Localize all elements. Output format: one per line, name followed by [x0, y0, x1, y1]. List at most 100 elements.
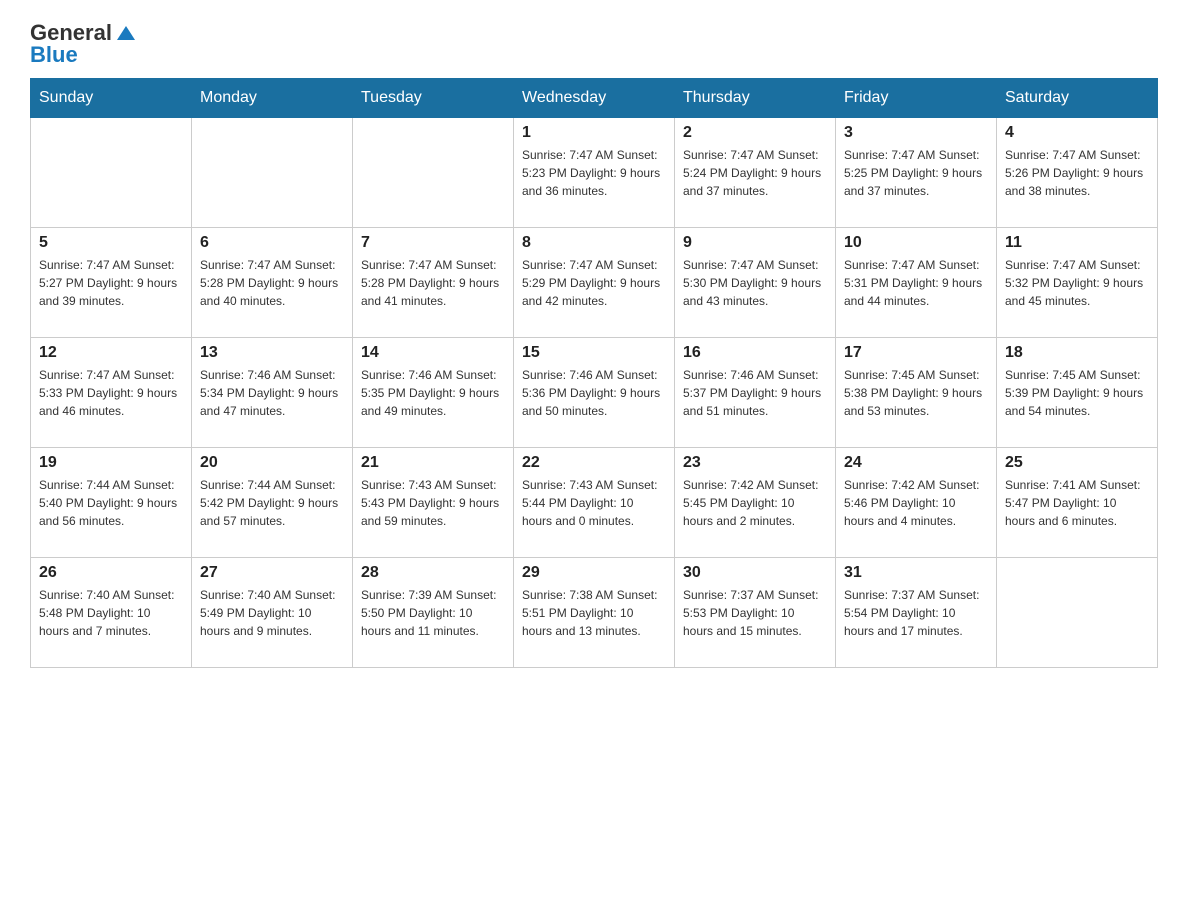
day-number: 10	[844, 234, 988, 252]
calendar-cell: 12 Sunrise: 7:47 AM Sunset: 5:33 PM Dayli…	[31, 338, 192, 448]
day-info: Sunrise: 7:47 AM Sunset: 5:26 PM Dayligh…	[1005, 146, 1149, 200]
header-day-thursday: Thursday	[675, 79, 836, 118]
header-row: SundayMondayTuesdayWednesdayThursdayFrid…	[31, 79, 1158, 118]
day-number: 22	[522, 454, 666, 472]
day-number: 23	[683, 454, 827, 472]
day-number: 21	[361, 454, 505, 472]
day-number: 5	[39, 234, 183, 252]
calendar-cell: 18Sunrise: 7:45 AM Sunset: 5:39 PM Dayli…	[997, 338, 1158, 448]
calendar-cell: 28Sunrise: 7:39 AM Sunset: 5:50 PM Dayli…	[353, 558, 514, 668]
calendar-cell: 25 Sunrise: 7:41 AM Sunset: 5:47 PM Dayli…	[997, 448, 1158, 558]
day-info: Sunrise: 7:46 AM Sunset: 5:36 PM Dayligh…	[522, 366, 666, 420]
day-info: Sunrise: 7:40 AM Sunset: 5:49 PM Dayligh…	[200, 586, 344, 640]
day-number: 30	[683, 564, 827, 582]
day-number: 27	[200, 564, 344, 582]
calendar-cell: 20 Sunrise: 7:44 AM Sunset: 5:42 PM Dayli…	[192, 448, 353, 558]
calendar-cell: 10 Sunrise: 7:47 AM Sunset: 5:31 PM Dayli…	[836, 228, 997, 338]
day-info: Sunrise: 7:43 AM Sunset: 5:43 PM Dayligh…	[361, 476, 505, 530]
calendar-cell	[353, 118, 514, 228]
calendar-cell	[31, 118, 192, 228]
day-number: 3	[844, 124, 988, 142]
calendar-cell: 26Sunrise: 7:40 AM Sunset: 5:48 PM Dayli…	[31, 558, 192, 668]
week-row-5: 26Sunrise: 7:40 AM Sunset: 5:48 PM Dayli…	[31, 558, 1158, 668]
day-info: Sunrise: 7:44 AM Sunset: 5:40 PM Dayligh…	[39, 476, 183, 530]
day-info: Sunrise: 7:47 AM Sunset: 5:32 PM Dayligh…	[1005, 256, 1149, 310]
calendar-cell: 24 Sunrise: 7:42 AM Sunset: 5:46 PM Dayli…	[836, 448, 997, 558]
calendar-header: SundayMondayTuesdayWednesdayThursdayFrid…	[31, 79, 1158, 118]
day-number: 7	[361, 234, 505, 252]
day-number: 31	[844, 564, 988, 582]
calendar-cell: 4 Sunrise: 7:47 AM Sunset: 5:26 PM Daylig…	[997, 118, 1158, 228]
calendar-cell: 29 Sunrise: 7:38 AM Sunset: 5:51 PM Dayli…	[514, 558, 675, 668]
week-row-2: 5 Sunrise: 7:47 AM Sunset: 5:27 PM Daylig…	[31, 228, 1158, 338]
day-info: Sunrise: 7:47 AM Sunset: 5:24 PM Dayligh…	[683, 146, 827, 200]
day-number: 14	[361, 344, 505, 362]
day-info: Sunrise: 7:46 AM Sunset: 5:35 PM Dayligh…	[361, 366, 505, 420]
week-row-4: 19 Sunrise: 7:44 AM Sunset: 5:40 PM Dayli…	[31, 448, 1158, 558]
day-info: Sunrise: 7:47 AM Sunset: 5:31 PM Dayligh…	[844, 256, 988, 310]
calendar-cell: 15Sunrise: 7:46 AM Sunset: 5:36 PM Dayli…	[514, 338, 675, 448]
logo: General Blue	[30, 20, 137, 68]
day-info: Sunrise: 7:46 AM Sunset: 5:37 PM Dayligh…	[683, 366, 827, 420]
day-number: 4	[1005, 124, 1149, 142]
day-number: 20	[200, 454, 344, 472]
day-number: 9	[683, 234, 827, 252]
day-info: Sunrise: 7:47 AM Sunset: 5:27 PM Dayligh…	[39, 256, 183, 310]
calendar-cell: 1Sunrise: 7:47 AM Sunset: 5:23 PM Daylig…	[514, 118, 675, 228]
day-info: Sunrise: 7:39 AM Sunset: 5:50 PM Dayligh…	[361, 586, 505, 640]
calendar-cell: 9Sunrise: 7:47 AM Sunset: 5:30 PM Daylig…	[675, 228, 836, 338]
calendar-cell: 30 Sunrise: 7:37 AM Sunset: 5:53 PM Dayli…	[675, 558, 836, 668]
day-number: 26	[39, 564, 183, 582]
day-number: 12	[39, 344, 183, 362]
day-info: Sunrise: 7:43 AM Sunset: 5:44 PM Dayligh…	[522, 476, 666, 530]
calendar-cell: 22 Sunrise: 7:43 AM Sunset: 5:44 PM Dayli…	[514, 448, 675, 558]
calendar-cell: 6 Sunrise: 7:47 AM Sunset: 5:28 PM Daylig…	[192, 228, 353, 338]
day-number: 29	[522, 564, 666, 582]
calendar-cell: 8Sunrise: 7:47 AM Sunset: 5:29 PM Daylig…	[514, 228, 675, 338]
day-info: Sunrise: 7:45 AM Sunset: 5:38 PM Dayligh…	[844, 366, 988, 420]
logo-blue-text: Blue	[30, 42, 78, 68]
page-header: General Blue	[30, 20, 1158, 68]
day-number: 11	[1005, 234, 1149, 252]
calendar-cell: 5 Sunrise: 7:47 AM Sunset: 5:27 PM Daylig…	[31, 228, 192, 338]
logo-triangle-icon	[115, 24, 137, 42]
calendar-table: SundayMondayTuesdayWednesdayThursdayFrid…	[30, 78, 1158, 668]
day-number: 17	[844, 344, 988, 362]
day-info: Sunrise: 7:47 AM Sunset: 5:29 PM Dayligh…	[522, 256, 666, 310]
calendar-cell: 14 Sunrise: 7:46 AM Sunset: 5:35 PM Dayli…	[353, 338, 514, 448]
day-number: 25	[1005, 454, 1149, 472]
calendar-cell: 13Sunrise: 7:46 AM Sunset: 5:34 PM Dayli…	[192, 338, 353, 448]
week-row-3: 12 Sunrise: 7:47 AM Sunset: 5:33 PM Dayli…	[31, 338, 1158, 448]
header-day-sunday: Sunday	[31, 79, 192, 118]
day-number: 16	[683, 344, 827, 362]
calendar-cell: 3 Sunrise: 7:47 AM Sunset: 5:25 PM Daylig…	[836, 118, 997, 228]
day-number: 1	[522, 124, 666, 142]
day-info: Sunrise: 7:45 AM Sunset: 5:39 PM Dayligh…	[1005, 366, 1149, 420]
header-day-wednesday: Wednesday	[514, 79, 675, 118]
day-info: Sunrise: 7:38 AM Sunset: 5:51 PM Dayligh…	[522, 586, 666, 640]
calendar-cell: 17 Sunrise: 7:45 AM Sunset: 5:38 PM Dayli…	[836, 338, 997, 448]
day-number: 2	[683, 124, 827, 142]
day-info: Sunrise: 7:37 AM Sunset: 5:53 PM Dayligh…	[683, 586, 827, 640]
day-info: Sunrise: 7:47 AM Sunset: 5:28 PM Dayligh…	[361, 256, 505, 310]
day-info: Sunrise: 7:47 AM Sunset: 5:33 PM Dayligh…	[39, 366, 183, 420]
day-info: Sunrise: 7:42 AM Sunset: 5:46 PM Dayligh…	[844, 476, 988, 530]
day-number: 24	[844, 454, 988, 472]
day-info: Sunrise: 7:41 AM Sunset: 5:47 PM Dayligh…	[1005, 476, 1149, 530]
day-number: 19	[39, 454, 183, 472]
calendar-cell: 27 Sunrise: 7:40 AM Sunset: 5:49 PM Dayli…	[192, 558, 353, 668]
day-info: Sunrise: 7:47 AM Sunset: 5:25 PM Dayligh…	[844, 146, 988, 200]
day-number: 13	[200, 344, 344, 362]
calendar-cell: 19 Sunrise: 7:44 AM Sunset: 5:40 PM Dayli…	[31, 448, 192, 558]
calendar-body: 1Sunrise: 7:47 AM Sunset: 5:23 PM Daylig…	[31, 118, 1158, 668]
day-info: Sunrise: 7:47 AM Sunset: 5:28 PM Dayligh…	[200, 256, 344, 310]
header-day-friday: Friday	[836, 79, 997, 118]
calendar-cell: 31Sunrise: 7:37 AM Sunset: 5:54 PM Dayli…	[836, 558, 997, 668]
calendar-cell	[997, 558, 1158, 668]
header-day-saturday: Saturday	[997, 79, 1158, 118]
header-day-monday: Monday	[192, 79, 353, 118]
calendar-cell: 23Sunrise: 7:42 AM Sunset: 5:45 PM Dayli…	[675, 448, 836, 558]
day-number: 6	[200, 234, 344, 252]
day-info: Sunrise: 7:44 AM Sunset: 5:42 PM Dayligh…	[200, 476, 344, 530]
calendar-cell: 16 Sunrise: 7:46 AM Sunset: 5:37 PM Dayli…	[675, 338, 836, 448]
